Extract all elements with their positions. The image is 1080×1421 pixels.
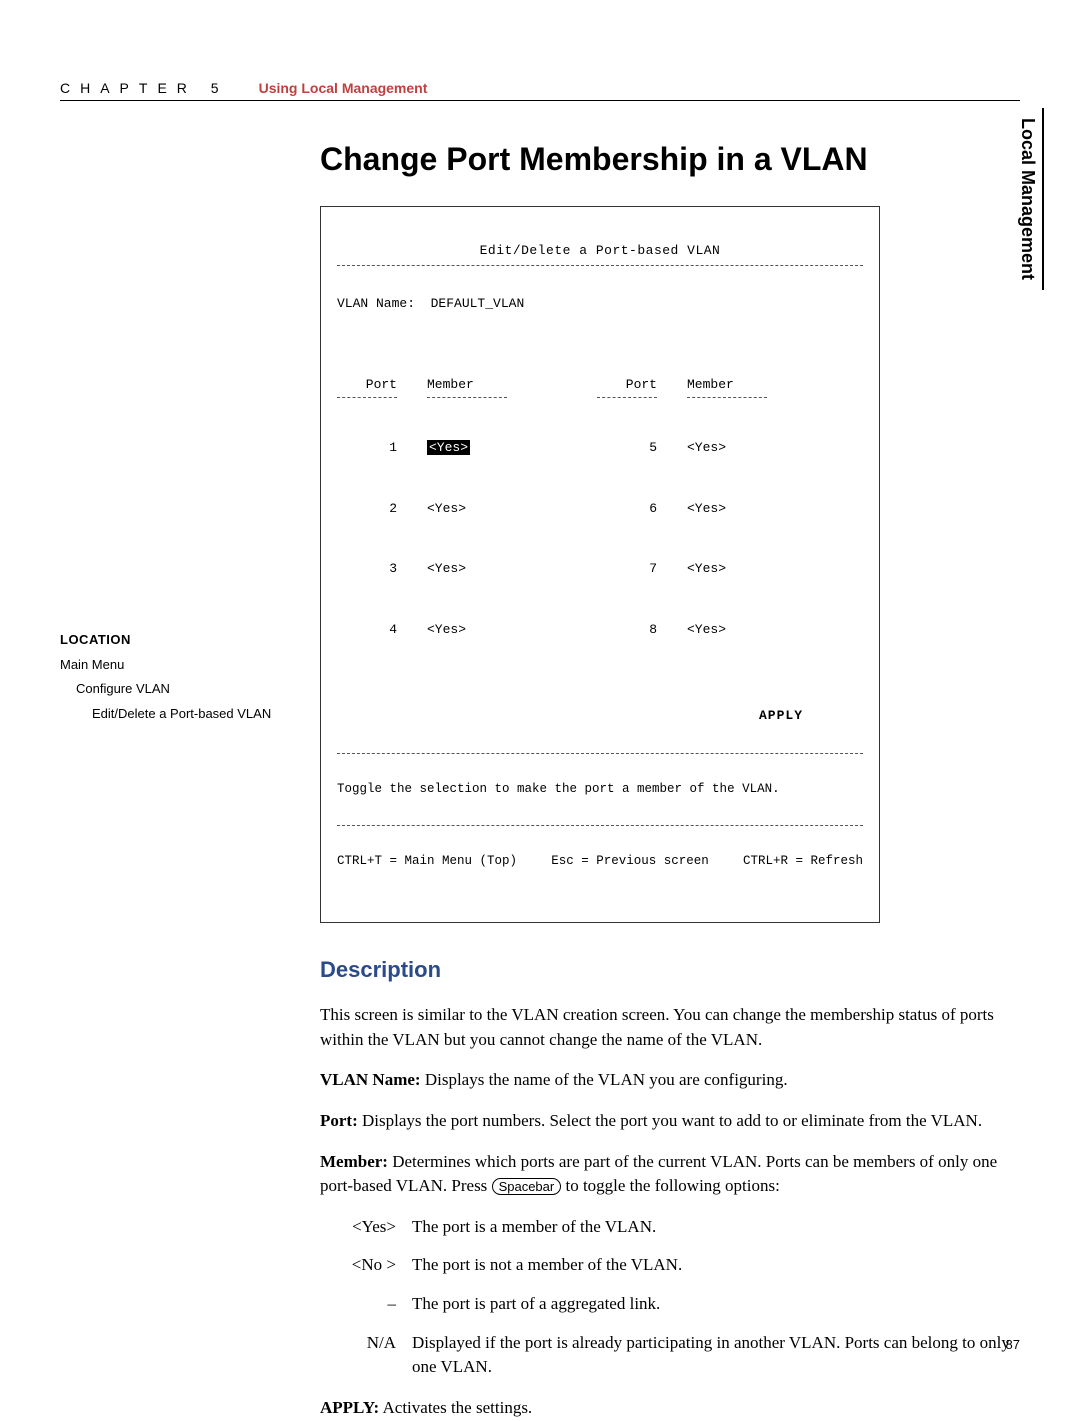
- col-port-header-right: Port: [597, 375, 657, 398]
- member-paragraph: Member: Determines which ports are part …: [320, 1150, 1020, 1199]
- member-cell-selected: <Yes>: [427, 440, 470, 455]
- apply-field-label: APPLY:: [320, 1398, 379, 1417]
- col-port-header-left: Port: [337, 375, 397, 398]
- option-label: N/A: [338, 1331, 396, 1380]
- option-row: <Yes> The port is a member of the VLAN.: [338, 1215, 1020, 1240]
- port-field-label: Port:: [320, 1111, 358, 1130]
- member-field-label: Member:: [320, 1152, 388, 1171]
- page-number: 87: [1006, 1337, 1020, 1352]
- apply-paragraph: APPLY: Activates the settings.: [320, 1396, 1020, 1421]
- nav-main-menu: CTRL+T = Main Menu (Top): [337, 852, 517, 871]
- option-desc: The port is not a member of the VLAN.: [412, 1253, 1020, 1278]
- option-label: <No >: [338, 1253, 396, 1278]
- vlan-name-paragraph: VLAN Name: Displays the name of the VLAN…: [320, 1068, 1020, 1093]
- option-desc: Displayed if the port is already partici…: [412, 1331, 1020, 1380]
- nav-refresh: CTRL+R = Refresh: [743, 852, 863, 871]
- vlan-name-field-text: Displays the name of the VLAN you are co…: [421, 1070, 788, 1089]
- vlan-name-value: DEFAULT_VLAN: [431, 296, 525, 311]
- option-row: – The port is part of a aggregated link.: [338, 1292, 1020, 1317]
- chapter-topic: Using Local Management: [259, 80, 428, 96]
- description-body: This screen is similar to the VLAN creat…: [320, 1003, 1020, 1421]
- member-cell: <Yes>: [687, 620, 767, 640]
- option-desc: The port is a member of the VLAN.: [412, 1215, 1020, 1240]
- option-row: <No > The port is not a member of the VL…: [338, 1253, 1020, 1278]
- page-header: CHAPTER 5 Using Local Management: [60, 80, 1020, 101]
- page-title: Change Port Membership in a VLAN: [320, 141, 1020, 178]
- terminal-hint: Toggle the selection to make the port a …: [337, 780, 863, 799]
- description-heading: Description: [320, 957, 1020, 983]
- member-field-text-b: to toggle the following options:: [561, 1176, 780, 1195]
- port-cell: 2: [337, 499, 397, 519]
- terminal-title: Edit/Delete a Port-based VLAN: [337, 241, 863, 266]
- member-cell: <Yes>: [687, 438, 767, 458]
- port-cell: 5: [597, 438, 657, 458]
- port-cell: 4: [337, 620, 397, 640]
- location-block: LOCATION Main Menu Configure VLAN Edit/D…: [60, 628, 310, 727]
- location-lvl1: Main Menu: [60, 653, 310, 678]
- terminal-screenshot: Edit/Delete a Port-based VLAN VLAN Name:…: [320, 206, 880, 923]
- col-member-header-left: Member: [427, 375, 507, 398]
- member-cell: <Yes>: [427, 620, 507, 640]
- nav-previous: Esc = Previous screen: [551, 852, 709, 871]
- col-member-header-right: Member: [687, 375, 767, 398]
- apply-label: APPLY: [337, 706, 863, 726]
- port-cell: 1: [337, 438, 397, 458]
- option-label: <Yes>: [338, 1215, 396, 1240]
- port-cell: 7: [597, 559, 657, 579]
- member-cell: <Yes>: [427, 559, 507, 579]
- port-paragraph: Port: Displays the port numbers. Select …: [320, 1109, 1020, 1134]
- location-lvl2: Configure VLAN: [76, 677, 310, 702]
- member-cell: <Yes>: [427, 499, 507, 519]
- intro-paragraph: This screen is similar to the VLAN creat…: [320, 1003, 1020, 1052]
- side-tab: Local Management: [1013, 108, 1044, 290]
- spacebar-key: Spacebar: [492, 1178, 562, 1195]
- option-row: N/A Displayed if the port is already par…: [338, 1331, 1020, 1380]
- option-label: –: [338, 1292, 396, 1317]
- vlan-name-label: VLAN Name:: [337, 296, 415, 311]
- apply-field-text: Activates the settings.: [379, 1398, 532, 1417]
- location-lvl3: Edit/Delete a Port-based VLAN: [92, 702, 310, 727]
- port-field-text: Displays the port numbers. Select the po…: [358, 1111, 982, 1130]
- port-cell: 8: [597, 620, 657, 640]
- port-cell: 3: [337, 559, 397, 579]
- option-desc: The port is part of a aggregated link.: [412, 1292, 1020, 1317]
- member-cell: <Yes>: [687, 499, 767, 519]
- chapter-label: CHAPTER 5: [60, 80, 229, 96]
- vlan-name-field-label: VLAN Name:: [320, 1070, 421, 1089]
- member-cell: <Yes>: [687, 559, 767, 579]
- port-cell: 6: [597, 499, 657, 519]
- location-heading: LOCATION: [60, 628, 310, 653]
